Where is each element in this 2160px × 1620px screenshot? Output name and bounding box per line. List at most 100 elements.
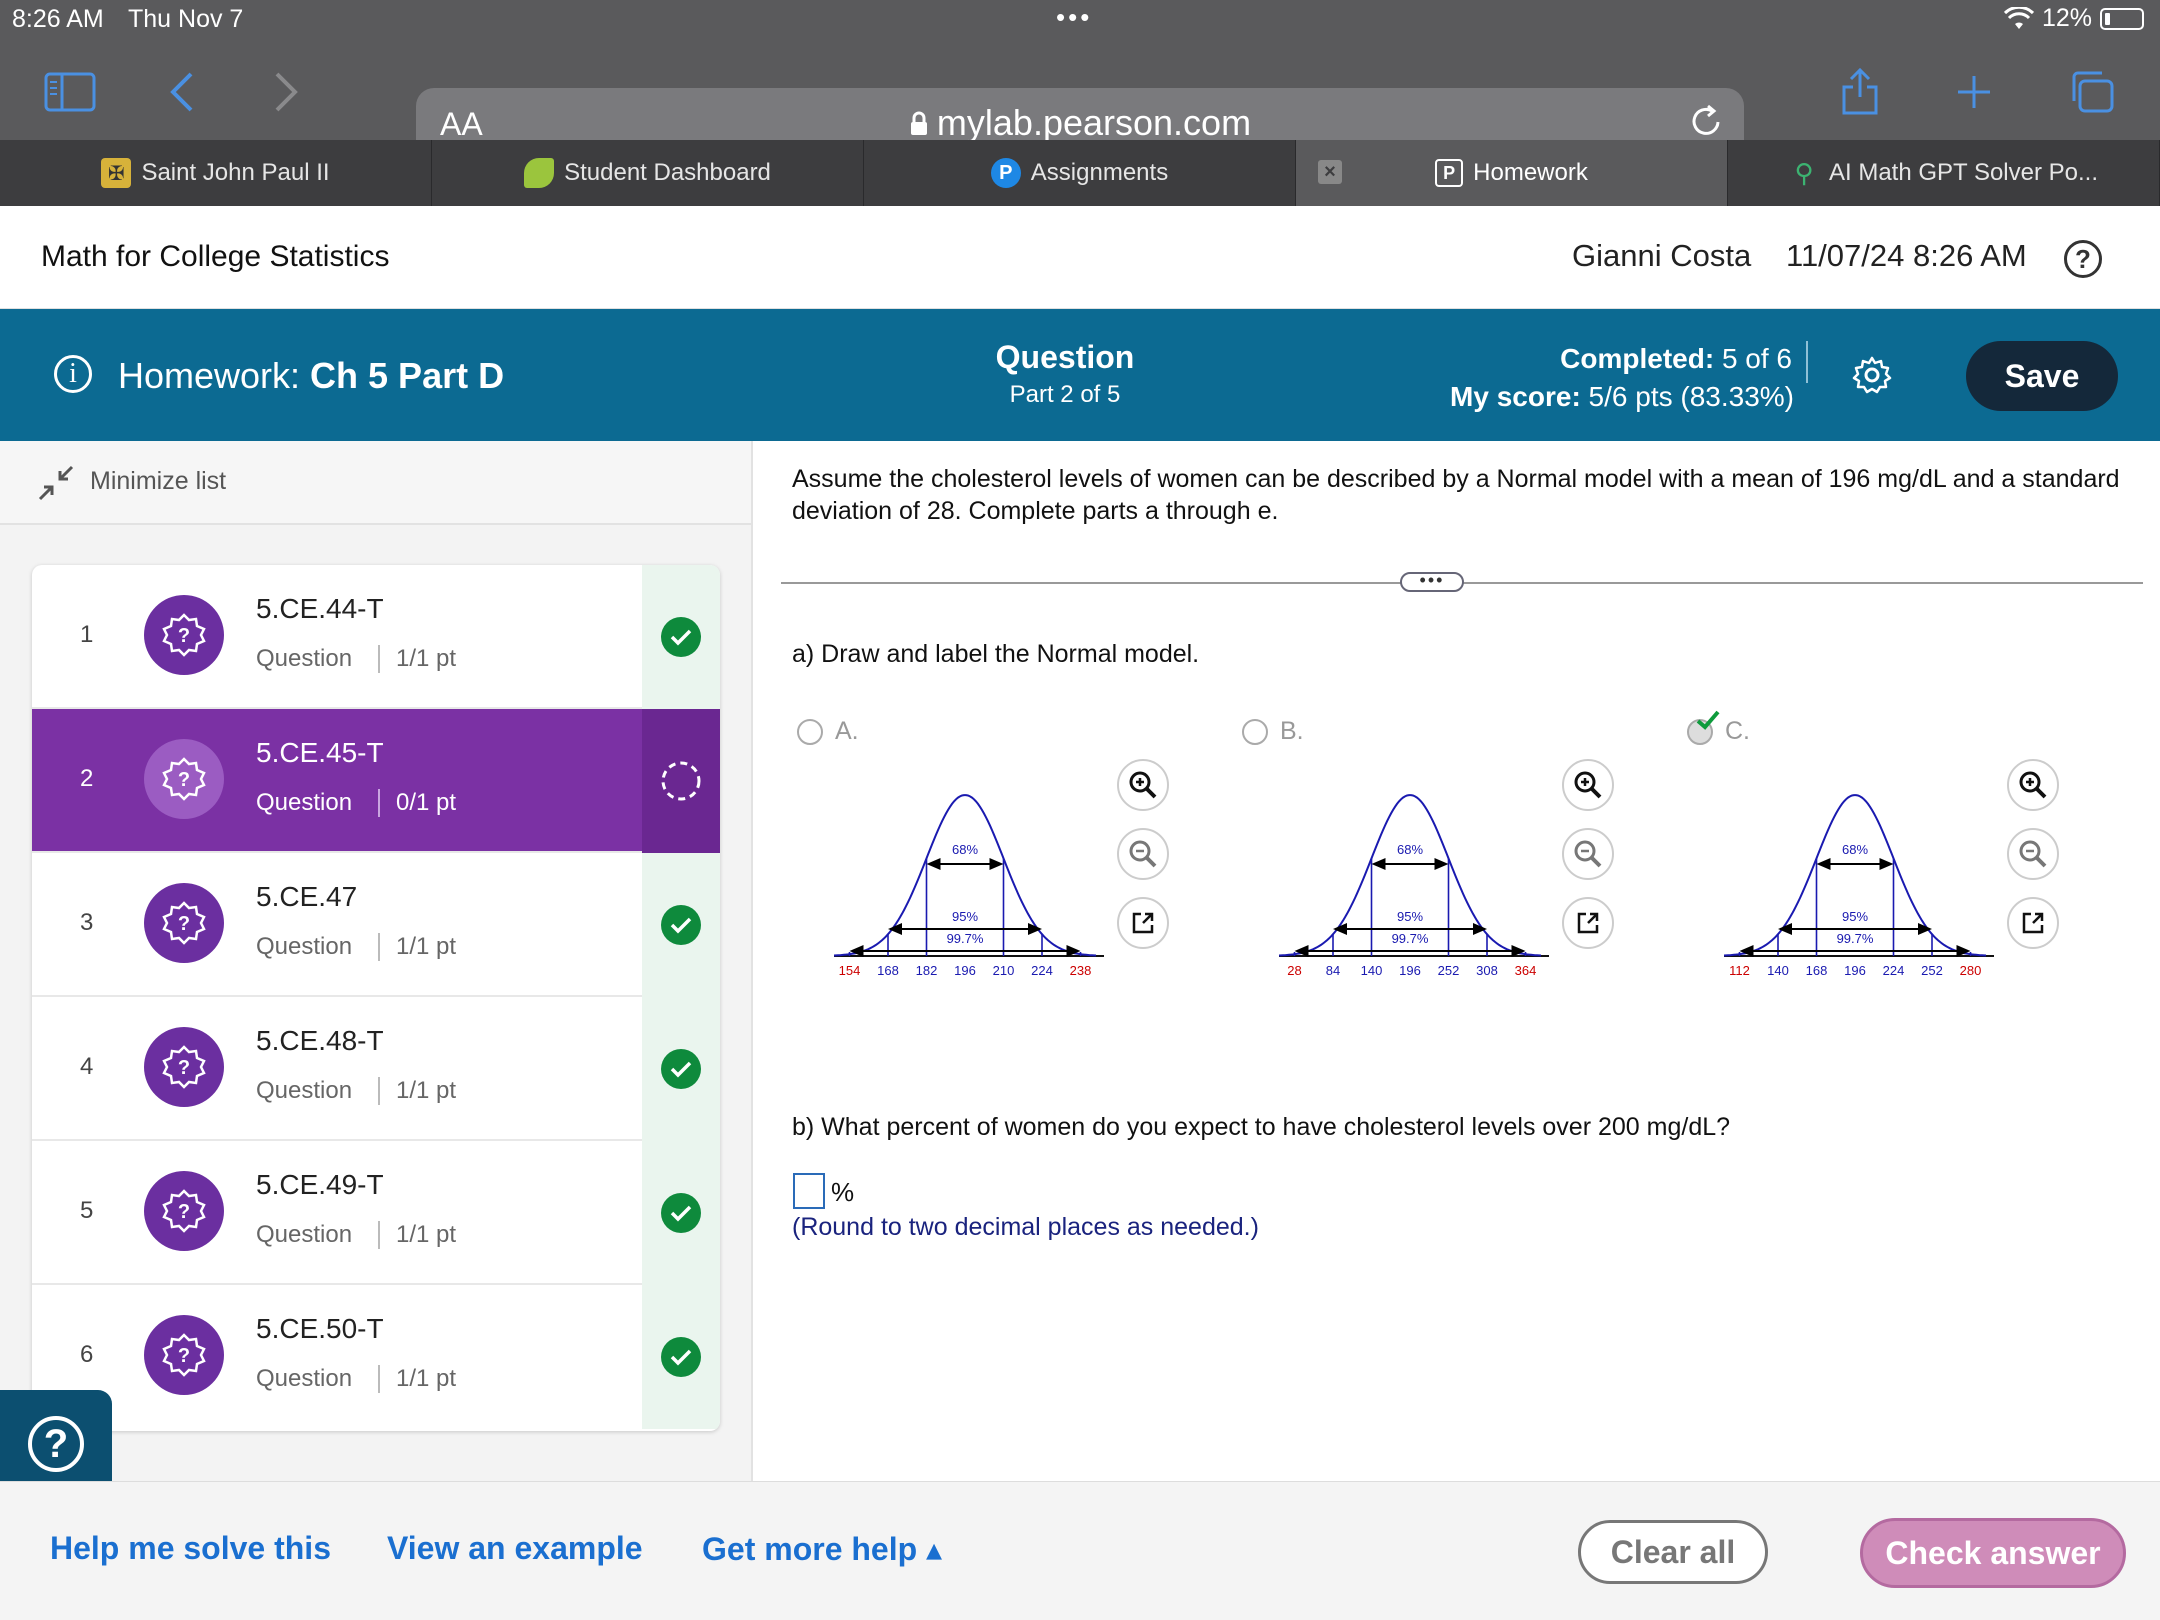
open-in-new-window-icon[interactable] <box>1117 897 1169 949</box>
minimize-list-button[interactable]: Minimize list <box>0 441 751 525</box>
tick-label: 224 <box>1031 963 1053 978</box>
percent-unit: % <box>831 1177 855 1207</box>
tick-label: 252 <box>1921 963 1943 978</box>
forward-icon[interactable] <box>256 62 316 122</box>
in-progress-icon <box>661 761 701 801</box>
band-label: 99.7% <box>947 931 984 946</box>
school-crest-icon: ✠ <box>101 158 132 188</box>
band-68-arrowhead <box>1371 858 1386 870</box>
help-me-solve-link[interactable]: Help me solve this <box>50 1530 331 1567</box>
check-icon <box>661 1337 701 1377</box>
svg-text:?: ? <box>178 1057 190 1079</box>
question-list: 1 ? 5.CE.44-T Question 1/1 pt 2 ? 5.CE.4… <box>32 565 720 1431</box>
question-item-6[interactable]: 6 ? 5.CE.50-T Question 1/1 pt <box>32 1285 720 1429</box>
tick-label: 140 <box>1767 963 1789 978</box>
help-icon[interactable]: ? <box>2064 240 2102 278</box>
tab-assignments[interactable]: P Assignments <box>864 140 1296 206</box>
band-label: 95% <box>1842 909 1868 924</box>
zoom-in-icon[interactable] <box>1562 759 1614 811</box>
zoom-out-icon[interactable] <box>2007 828 2059 880</box>
zoom-in-icon[interactable] <box>1117 759 1169 811</box>
course-title: Math for College Statistics <box>41 240 390 273</box>
zoom-in-icon[interactable] <box>2007 759 2059 811</box>
question-badge-icon: ? <box>144 739 224 819</box>
zoom-out-icon[interactable] <box>1562 828 1614 880</box>
question-part: Part 2 of 5 <box>1009 381 1121 408</box>
tick-label: 252 <box>1438 963 1460 978</box>
band-label: 95% <box>1397 909 1423 924</box>
zoom-out-icon[interactable] <box>1117 828 1169 880</box>
open-in-new-window-icon[interactable] <box>1562 897 1614 949</box>
lock-icon <box>910 111 927 135</box>
status-bar: 8:26 AM Thu Nov 7 ••• 12% <box>0 0 2160 40</box>
multitasking-dots-icon[interactable]: ••• <box>1056 2 1092 33</box>
completed-status: Completed: 5 of 6 <box>1560 343 1792 374</box>
band-68-arrowhead <box>1816 858 1831 870</box>
date: Thu Nov 7 <box>128 5 244 33</box>
tab-homework[interactable]: × P Homework <box>1296 140 1728 206</box>
percent-answer-input[interactable] <box>793 1173 825 1209</box>
tick-label: 238 <box>1070 963 1092 978</box>
tick-label: 196 <box>1399 963 1421 978</box>
question-badge-icon: ? <box>144 1171 224 1251</box>
clear-all-button[interactable]: Clear all <box>1578 1520 1768 1584</box>
homework-name: Ch 5 Part D <box>310 355 505 396</box>
save-button[interactable]: Save <box>1966 341 2118 411</box>
question-item-3[interactable]: 3 ? 5.CE.47 Question 1/1 pt <box>32 853 720 997</box>
band-68-arrowhead <box>926 858 941 870</box>
option-c[interactable]: C. 68% 95% 99.7% 112 140 168 196 224 252 280 <box>1687 710 2132 1055</box>
info-icon[interactable]: i <box>54 355 92 393</box>
compass-icon: ⚲ <box>1794 157 1814 188</box>
reload-icon[interactable] <box>1686 102 1726 142</box>
question-sidebar: Minimize list 1 ? 5.CE.44-T Question 1/1… <box>0 441 753 1481</box>
question-item-4[interactable]: 4 ? 5.CE.48-T Question 1/1 pt <box>32 997 720 1141</box>
tab-student-dashboard[interactable]: Student Dashboard <box>432 140 864 206</box>
svg-text:?: ? <box>178 625 190 647</box>
option-a[interactable]: A. 68% 95% 99.7% 154 168 182 196 210 224 238 <box>797 715 1242 1055</box>
svg-text:?: ? <box>178 1345 190 1367</box>
url-text: mylab.pearson.com <box>936 102 1252 143</box>
footer-toolbar: Help me solve this View an example Get m… <box>0 1481 2160 1620</box>
close-tab-icon[interactable]: × <box>1318 160 1342 184</box>
tabs-overview-icon[interactable] <box>2062 62 2122 122</box>
expand-handle-icon[interactable]: ••• <box>1400 571 1464 592</box>
tick-label: 112 <box>1729 963 1750 978</box>
share-icon[interactable] <box>1830 62 1890 122</box>
course-header: Math for College Statistics Gianni Costa… <box>0 206 2160 309</box>
svg-text:?: ? <box>178 913 190 935</box>
new-tab-icon[interactable] <box>1944 62 2004 122</box>
option-b[interactable]: B. 68% 95% 99.7% 28 84 140 196 252 308 364 <box>1242 715 1687 1055</box>
current-datetime: 11/07/24 8:26 AM <box>1786 238 2027 273</box>
homework-title: Homework: Ch 5 Part D <box>118 355 505 396</box>
tick-label: 196 <box>954 963 976 978</box>
battery-icon <box>2100 7 2144 30</box>
gear-icon[interactable] <box>1852 355 1892 395</box>
open-in-new-window-icon[interactable] <box>2007 897 2059 949</box>
radio-option-b[interactable] <box>1242 719 1268 745</box>
divider <box>1806 341 1808 383</box>
sidebar-toggle-icon[interactable] <box>40 62 100 122</box>
question-item-2[interactable]: 2 ? 5.CE.45-T Question 0/1 pt <box>32 709 720 853</box>
question-badge-icon: ? <box>144 595 224 675</box>
back-icon[interactable] <box>152 62 212 122</box>
browser-tabs: ✠ Saint John Paul II Student Dashboard P… <box>0 140 2160 206</box>
check-answer-button[interactable]: Check answer <box>1860 1518 2126 1588</box>
question-badge-icon: ? <box>144 883 224 963</box>
question-item-1[interactable]: 1 ? 5.CE.44-T Question 1/1 pt <box>32 565 720 709</box>
tick-label: 182 <box>916 963 938 978</box>
check-icon <box>661 617 701 657</box>
band-68-arrowhead <box>989 858 1004 870</box>
tick-label: 196 <box>1844 963 1866 978</box>
question-item-5[interactable]: 5 ? 5.CE.49-T Question 1/1 pt <box>32 1141 720 1285</box>
band-label: 68% <box>952 842 978 857</box>
tick-label: 154 <box>839 963 861 978</box>
check-icon <box>661 1193 701 1233</box>
tab-ai-math-solver[interactable]: ⚲ AI Math GPT Solver Po... <box>1728 140 2160 206</box>
tab-saint-john-paul[interactable]: ✠ Saint John Paul II <box>0 140 432 206</box>
get-more-help-link[interactable]: Get more help ▴ <box>702 1530 942 1568</box>
view-example-link[interactable]: View an example <box>387 1530 643 1567</box>
rounding-hint: (Round to two decimal places as needed.) <box>792 1213 1259 1241</box>
pearson-logo-icon: P <box>990 158 1021 188</box>
minimize-arrows-icon <box>38 465 74 501</box>
radio-option-a[interactable] <box>797 719 823 745</box>
